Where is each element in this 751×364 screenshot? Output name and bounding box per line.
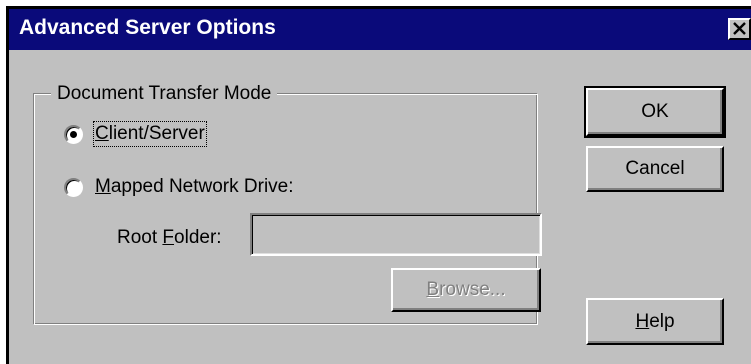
radio-label-mapped-rest: apped Network Drive:: [110, 176, 294, 197]
access-key-h: H: [635, 310, 650, 332]
root-folder-input[interactable]: [250, 213, 542, 256]
browse-button[interactable]: Browse...: [391, 268, 541, 312]
browse-label: Browse...: [426, 279, 505, 301]
help-button[interactable]: Help: [586, 298, 724, 345]
radio-dot: [70, 130, 77, 138]
ok-label: OK: [641, 101, 669, 122]
help-label-rest: elp: [649, 310, 675, 332]
access-key-c: C: [95, 123, 109, 144]
access-key-m: M: [95, 176, 111, 197]
root-folder-label-a: Root: [117, 227, 163, 248]
cancel-button[interactable]: Cancel: [586, 146, 724, 192]
radio-client-server[interactable]: Client/Server: [64, 121, 207, 147]
group-label: Document Transfer Mode: [51, 83, 278, 105]
radio-button-selected[interactable]: [64, 124, 83, 144]
browse-label-rest: rowse...: [439, 279, 506, 300]
root-folder-label-b: older:: [174, 227, 222, 248]
radio-mapped-network-drive[interactable]: Mapped Network Drive:: [64, 176, 294, 198]
help-label: Help: [635, 311, 674, 333]
access-key-b: B: [426, 279, 440, 300]
access-key-f: F: [162, 227, 175, 248]
radio-label-client-server: Client/Server: [93, 121, 207, 147]
close-icon: [733, 22, 746, 35]
ok-button[interactable]: OK: [584, 86, 726, 138]
cancel-label: Cancel: [625, 158, 685, 179]
radio-button[interactable]: [64, 177, 83, 197]
radio-label-client-server-rest: lient/Server: [108, 123, 205, 144]
radio-label-mapped-network-drive: Mapped Network Drive:: [95, 176, 294, 198]
dialog-title: Advanced Server Options: [19, 16, 276, 39]
close-button[interactable]: [728, 18, 751, 40]
title-bar[interactable]: Advanced Server Options: [9, 9, 751, 50]
root-folder-label: Root Folder:: [117, 227, 222, 249]
